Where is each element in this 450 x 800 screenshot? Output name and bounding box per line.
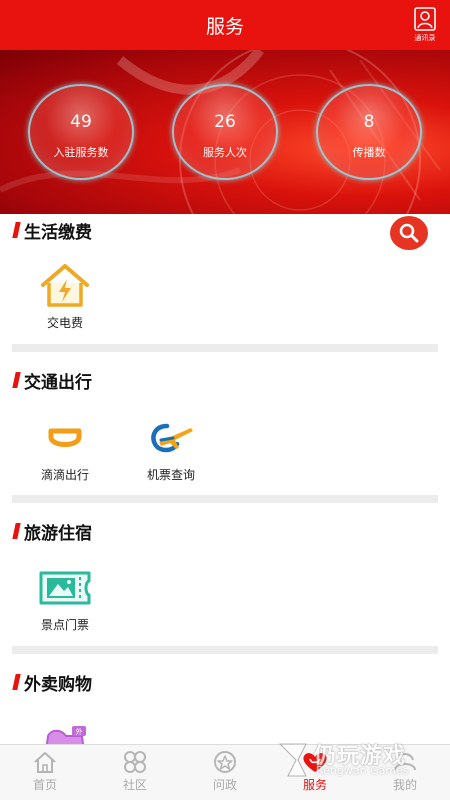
service-item-label: 滴滴出行 <box>40 468 89 482</box>
top-header: 服务 通讯录 <box>0 0 450 50</box>
section-title-travel: 旅游住宿 <box>12 519 92 544</box>
tab-home[interactable]: 首页 <box>15 749 75 793</box>
stat-bubble-shares: 8 传播数 <box>316 84 422 180</box>
section-title-takeout: 外卖购物 <box>12 670 92 695</box>
section-marker <box>12 372 21 388</box>
contacts-button[interactable]: 通讯录 <box>408 6 442 46</box>
tab-inquiry[interactable]: 问政 <box>195 749 255 793</box>
electricity-house-icon <box>41 264 89 307</box>
stat-label: 入驻服务数 <box>53 146 109 159</box>
stat-bubble-services: 49 入驻服务数 <box>28 84 134 180</box>
service-item-label: 交电费 <box>46 316 83 330</box>
section-marker <box>12 222 21 238</box>
stat-bubble-visits: 26 服务人次 <box>172 84 278 180</box>
watermark: 仍玩游戏 Rengwan Games <box>276 738 446 784</box>
service-item-flight[interactable]: 机票查询 <box>131 414 211 483</box>
stat-value: 26 <box>214 112 236 132</box>
didi-icon <box>48 428 82 447</box>
stat-label: 传播数 <box>352 146 386 159</box>
section-divider <box>12 495 438 503</box>
ticket-icon <box>39 571 91 605</box>
svg-text:外: 外 <box>76 727 83 736</box>
search-icon <box>399 223 419 243</box>
stat-value: 8 <box>363 112 375 132</box>
section-divider <box>12 646 438 654</box>
stats-banner: 49 入驻服务数 26 服务人次 8 传播数 <box>0 50 450 214</box>
page-title: 服务 <box>205 16 244 38</box>
service-item-label: 景点门票 <box>40 618 89 632</box>
tab-label: 问政 <box>212 778 237 792</box>
community-icon <box>124 751 146 773</box>
section-title-living-payment: 生活缴费 <box>12 218 92 243</box>
service-item-electricity[interactable]: 交电费 <box>25 262 105 331</box>
tab-label: 社区 <box>122 778 147 792</box>
service-item-label: 机票查询 <box>146 468 195 482</box>
section-divider <box>12 344 438 352</box>
stat-label: 服务人次 <box>203 146 247 159</box>
service-item-didi[interactable]: 滴滴出行 <box>25 414 105 483</box>
contacts-label: 通讯录 <box>414 34 436 42</box>
service-item-ticket[interactable]: 景点门票 <box>25 564 105 633</box>
stat-value: 49 <box>70 112 92 132</box>
home-icon <box>34 752 56 773</box>
inquiry-icon <box>214 751 236 773</box>
section-title-transport: 交通出行 <box>12 368 92 393</box>
section-marker <box>12 674 21 690</box>
watermark-sub: Rengwan Games <box>316 764 409 777</box>
tab-label: 首页 <box>32 778 57 792</box>
contacts-icon <box>414 7 436 31</box>
section-marker <box>12 523 21 539</box>
search-button[interactable] <box>390 216 428 250</box>
tab-community[interactable]: 社区 <box>105 749 165 793</box>
airplane-icon <box>151 423 193 453</box>
watermark-logo-icon <box>278 743 307 777</box>
